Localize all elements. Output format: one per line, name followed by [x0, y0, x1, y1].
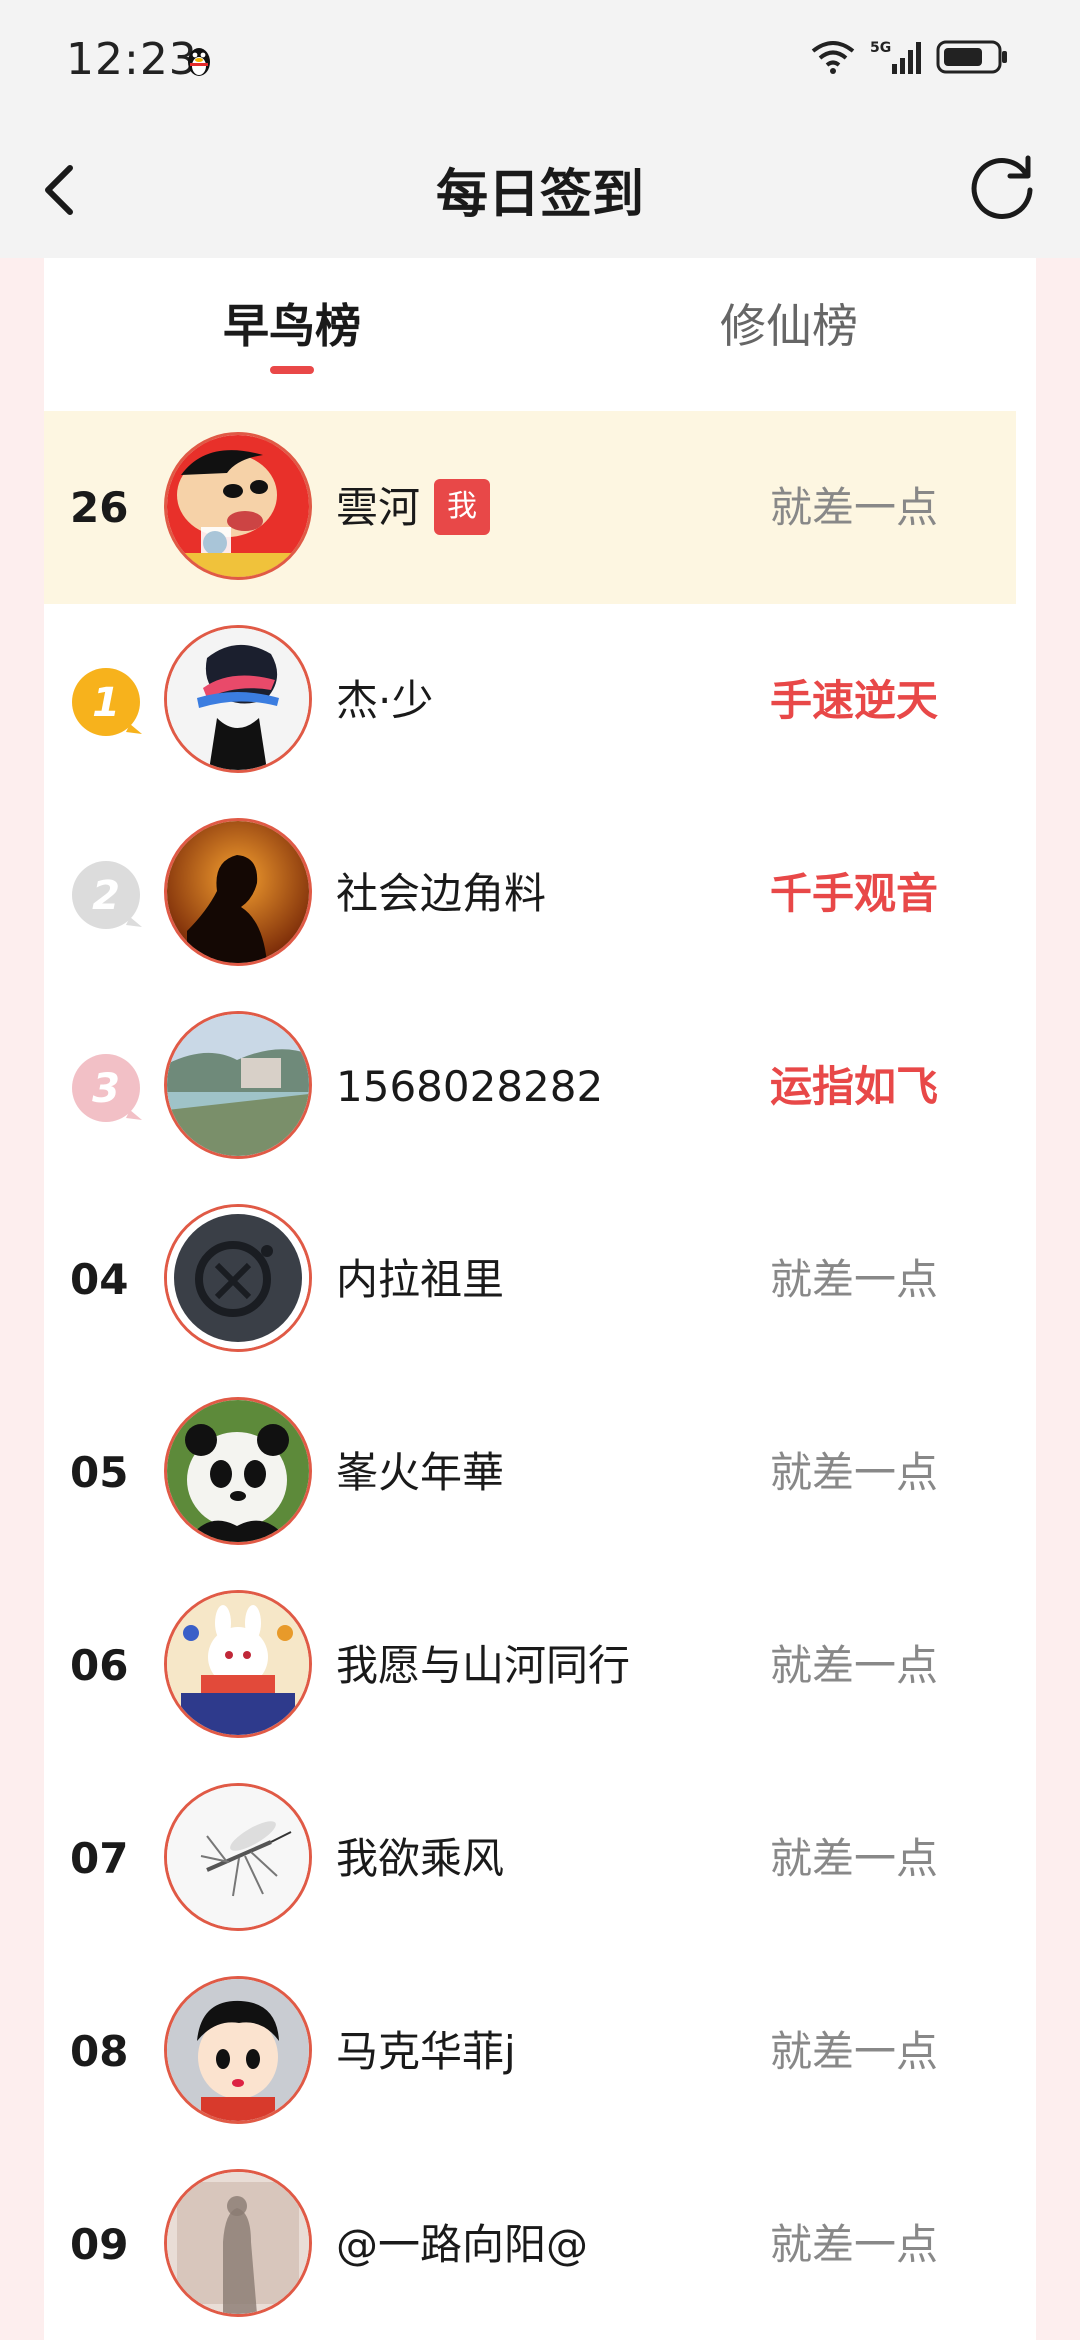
cellular-5g-icon: 5G	[870, 40, 921, 74]
list-item[interactable]: 09 @一路向阳@ 就差一点	[44, 2148, 1016, 2341]
status-time: 12:23	[66, 34, 198, 85]
list-item[interactable]: 3 1568028282 运指如飞	[44, 990, 1016, 1183]
list-item[interactable]: 2 社会边角料 千手观音	[44, 797, 1016, 990]
list-item[interactable]: 08 马克华菲j 就差一点	[44, 1955, 1016, 2148]
page-title: 每日签到	[435, 165, 644, 225]
gold-medal-icon: 1	[72, 668, 142, 736]
user-name: 我愿与山河同行	[336, 1641, 631, 1690]
user-name: @一路向阳@	[336, 2220, 589, 2269]
rank-number: 09	[70, 2220, 129, 2269]
avatar	[164, 1783, 312, 1931]
status-icons: 5G	[810, 38, 1010, 76]
avatar	[164, 2169, 312, 2317]
checkin-status: 千手观音	[769, 869, 938, 918]
my-rank-row[interactable]: 26 雲河我 就差一点	[44, 411, 1016, 604]
svg-text:5G: 5G	[870, 40, 891, 56]
checkin-status: 就差一点	[769, 1641, 938, 1690]
avatar	[164, 1011, 312, 1159]
avatar	[164, 625, 312, 773]
user-name: 峯火年華	[336, 1448, 505, 1497]
checkin-status: 运指如飞	[769, 1062, 938, 1111]
user-name: 我欲乘风	[336, 1834, 505, 1883]
avatar	[164, 1204, 312, 1352]
list-item[interactable]: 1 杰·少 手速逆天	[44, 604, 1016, 797]
checkin-status: 就差一点	[769, 1255, 938, 1304]
status-bar: 12:23 5G	[0, 0, 1080, 124]
rank-number: 26	[70, 483, 129, 532]
user-name-text: 雲河	[336, 483, 421, 532]
bronze-medal-icon: 3	[72, 1054, 142, 1122]
avatar	[164, 432, 312, 580]
rank-number: 05	[70, 1448, 129, 1497]
silver-medal-icon: 2	[72, 861, 142, 929]
qq-penguin-icon	[188, 48, 210, 76]
svg-text:2: 2	[92, 873, 120, 919]
checkin-status: 就差一点	[769, 2027, 938, 2076]
avatar	[164, 1976, 312, 2124]
avatar	[164, 1397, 312, 1545]
list-item[interactable]: 06 我愿与山河同行 就差一点	[44, 1569, 1016, 1762]
checkin-status: 就差一点	[769, 1834, 938, 1883]
user-name: 1568028282	[336, 1062, 604, 1111]
avatar	[164, 1590, 312, 1738]
svg-text:1: 1	[92, 680, 120, 726]
active-tab-indicator	[270, 366, 314, 374]
me-badge: 我	[434, 478, 491, 535]
user-name: 杰·少	[336, 676, 434, 725]
tab-bar: 早鸟榜 修仙榜	[44, 258, 1036, 408]
battery-icon	[936, 40, 1007, 74]
svg-text:3: 3	[92, 1066, 120, 1112]
checkin-status: 就差一点	[769, 483, 938, 532]
tab-xiuxian[interactable]: 修仙榜	[639, 290, 939, 356]
list-item[interactable]: 05 峯火年華 就差一点	[44, 1376, 1016, 1569]
list-item[interactable]: 04 内拉祖里 就差一点	[44, 1183, 1016, 1376]
rank-number: 06	[70, 1641, 129, 1690]
rank-number: 07	[70, 1834, 129, 1883]
refresh-icon[interactable]	[964, 146, 1044, 226]
leaderboard-card: 早鸟榜 修仙榜 26 雲河我 就差一点 1 杰·少 手速逆天 2 社会边角料 千…	[44, 258, 1036, 2340]
rank-number: 08	[70, 2027, 129, 2076]
checkin-status: 就差一点	[769, 1448, 938, 1497]
checkin-status: 手速逆天	[769, 676, 938, 725]
list-item[interactable]: 07 我欲乘风 就差一点	[44, 1762, 1016, 1955]
user-name: 社会边角料	[336, 869, 547, 918]
checkin-status: 就差一点	[769, 2220, 938, 2269]
rank-number: 04	[70, 1255, 129, 1304]
tab-early-bird[interactable]: 早鸟榜	[142, 290, 442, 356]
user-name: 马克华菲j	[336, 2027, 516, 2076]
app-header: 每日签到	[0, 124, 1080, 258]
user-name: 雲河我	[336, 411, 491, 604]
user-name: 内拉祖里	[336, 1255, 505, 1304]
avatar	[164, 818, 312, 966]
wifi-icon	[811, 41, 855, 74]
